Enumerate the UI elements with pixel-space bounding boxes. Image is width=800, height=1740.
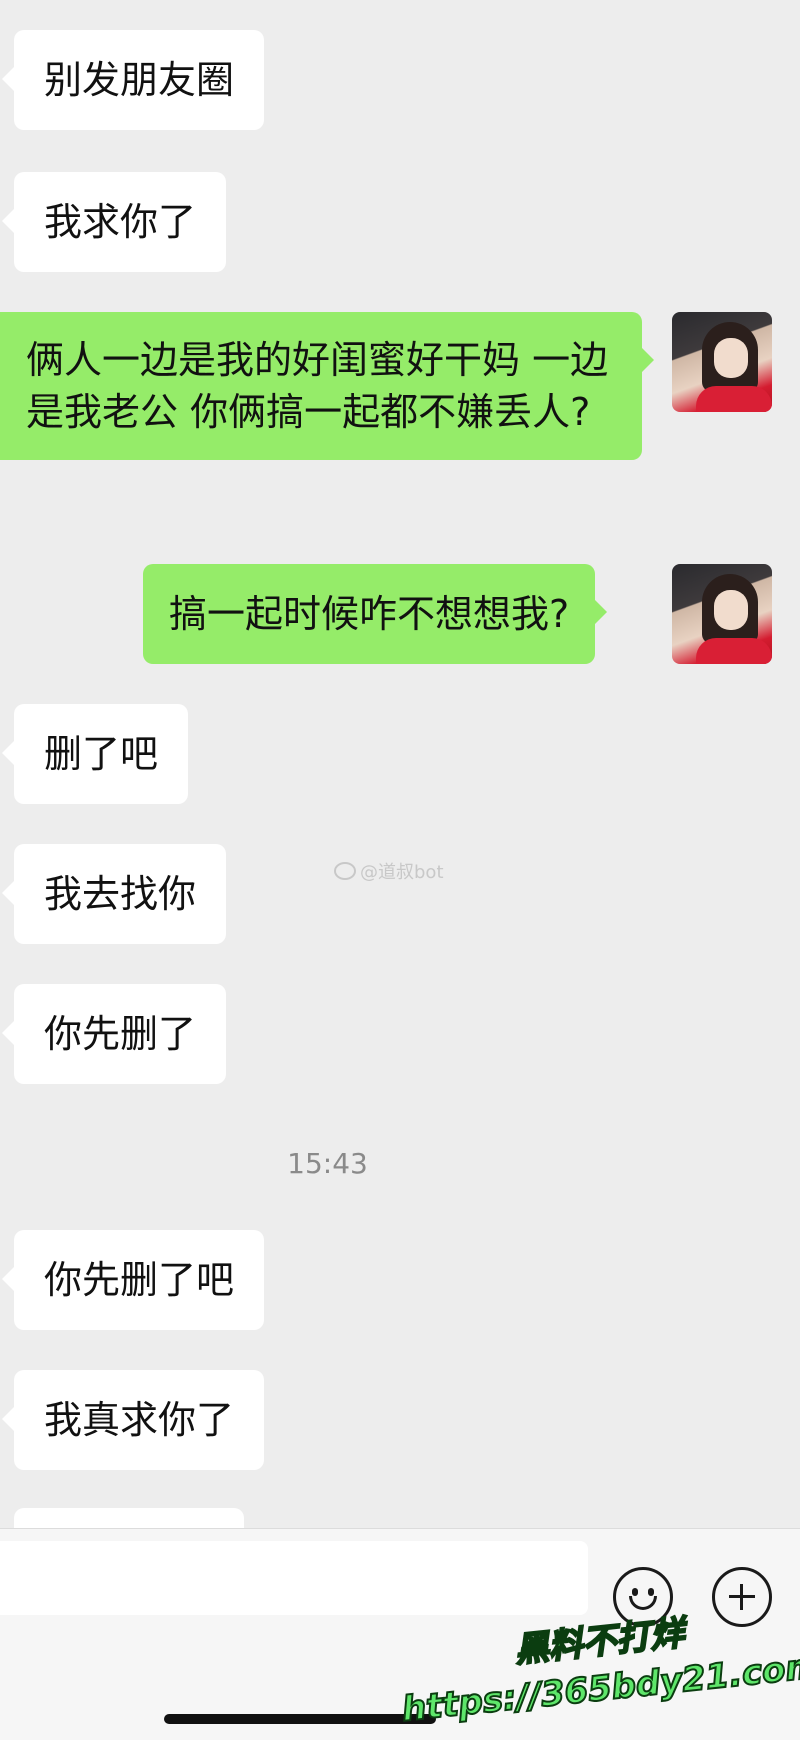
message-text: 我真求你了 bbox=[44, 1398, 235, 1442]
message-bubble-received[interactable]: 我去找你 bbox=[1, 844, 227, 944]
message-bubble-received[interactable]: 你先删了 bbox=[1, 984, 227, 1084]
message-text: 我求你了 bbox=[44, 200, 197, 244]
watermark-text: @道叔bot bbox=[360, 862, 444, 883]
message-bubble-sent[interactable]: 搞一起时候咋不想想我? bbox=[143, 564, 608, 664]
avatar-shirt bbox=[696, 386, 772, 412]
message-bubble-received[interactable]: 别发朋友圈 bbox=[1, 30, 265, 130]
message-text: 搞一起时候咋不想想我? bbox=[169, 592, 570, 636]
avatar-face bbox=[714, 590, 748, 630]
plus-icon[interactable] bbox=[712, 1567, 772, 1627]
weibo-icon bbox=[334, 862, 356, 880]
message-text: 你先删了 bbox=[44, 1012, 197, 1056]
avatar-face bbox=[714, 338, 748, 378]
message-timestamp: 15:43 bbox=[287, 1147, 368, 1180]
emoji-eye-left bbox=[632, 1588, 638, 1596]
message-bubble-sent[interactable]: 俩人一边是我的好闺蜜好干妈 一边是我老公 你俩搞一起都不嫌丢人? bbox=[0, 312, 654, 460]
message-text: 别发朋友圈 bbox=[44, 58, 235, 102]
message-text: 删了吧 bbox=[44, 732, 159, 776]
avatar[interactable] bbox=[672, 564, 772, 664]
message-input[interactable] bbox=[0, 1541, 588, 1615]
home-indicator[interactable] bbox=[164, 1714, 436, 1724]
emoji-eye-right bbox=[648, 1588, 654, 1596]
message-bubble-received[interactable]: 你先删了吧 bbox=[1, 1230, 265, 1330]
message-bubble-received[interactable]: 我求你了 bbox=[1, 172, 227, 272]
message-bubble-received[interactable]: 我真求你了 bbox=[1, 1370, 265, 1470]
message-text: 我去找你 bbox=[44, 872, 197, 916]
message-text: 俩人一边是我的好闺蜜好干妈 一边是我老公 你俩搞一起都不嫌丢人? bbox=[26, 338, 609, 434]
message-text: 你先删了吧 bbox=[44, 1258, 235, 1302]
chat-area[interactable]: 别发朋友圈 我求你了 俩人一边是我的好闺蜜好干妈 一边是我老公 你俩搞一起都不嫌… bbox=[0, 0, 800, 1548]
avatar-shirt bbox=[696, 638, 772, 664]
plus-vertical bbox=[740, 1584, 743, 1610]
avatar[interactable] bbox=[672, 312, 772, 412]
weibo-watermark: @道叔bot bbox=[334, 858, 444, 884]
message-bubble-received[interactable]: 删了吧 bbox=[1, 704, 189, 804]
